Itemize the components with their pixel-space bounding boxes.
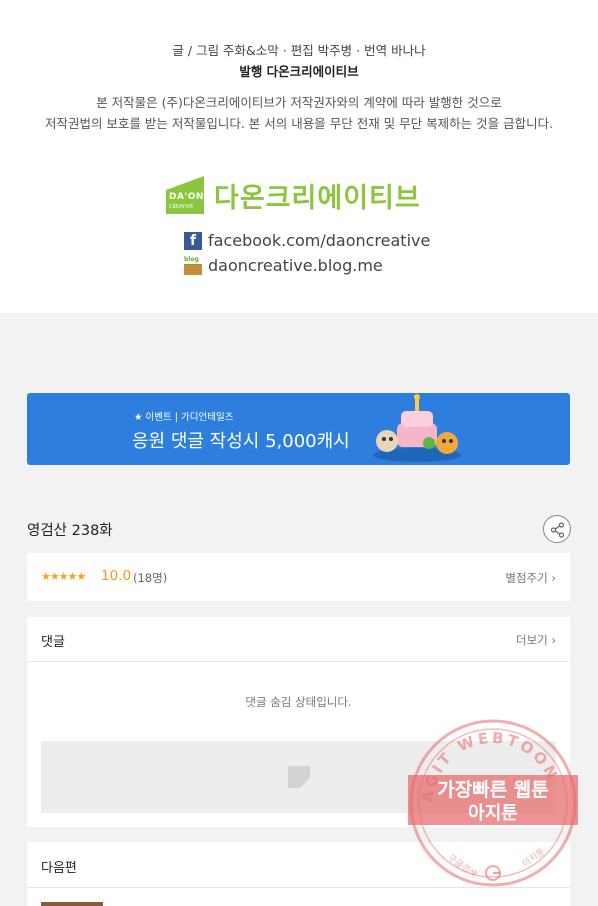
google-g-icon	[485, 865, 501, 881]
agittoon-watermark-stamp: AGIT WEBTOON 가장빠른 웹툰 아지툰 구글검색 아지툰	[408, 719, 578, 887]
watermark-bottom-left: 구글검색	[445, 852, 479, 881]
publisher-credit: 발행 다온크리에이티브	[239, 64, 359, 79]
credits-line: 글 / 그림 주화&소막 · 편집 박주병 · 번역 바나나	[172, 43, 426, 58]
event-banner[interactable]: ★ 이벤트 | 가디언테일즈 응원 댓글 작성시 5,000캐시	[27, 393, 570, 465]
episode-title: 영검산 238화	[27, 523, 113, 539]
birthday-cake-illustration	[373, 394, 461, 462]
comments-label: 댓글	[41, 635, 65, 650]
copyright-notice-line1: 본 저작물은 (주)다온크리에이티브가 저작권자와의 계약에 따라 발행한 것으…	[96, 95, 502, 110]
comments-hidden-message: 댓글 숨김 상태입니다.	[245, 695, 352, 709]
comments-more-link[interactable]: 더보기 ›	[516, 632, 556, 648]
facebook-url: facebook.com/daoncreative	[208, 231, 431, 250]
watermark-line2: 아지툰	[468, 803, 518, 824]
publisher-logo-name: 다온크리에이티브	[214, 183, 421, 214]
rating-card: ★★★★★ 10.0 (18명) 별점주기 ›	[27, 553, 570, 601]
facebook-icon: f	[184, 231, 202, 250]
blog-link[interactable]: blog daoncreative.blog.me	[184, 256, 383, 275]
blog-icon: blog	[184, 256, 202, 275]
watermark-line1: 가장빠른 웹툰	[437, 779, 549, 801]
comment-placeholder-icon	[288, 766, 310, 788]
rating-count: (18명)	[133, 571, 168, 585]
watermark-bottom-right: 아지툰	[520, 846, 547, 869]
rate-button[interactable]: 별점주기 ›	[505, 570, 556, 586]
share-button[interactable]	[543, 515, 571, 543]
comments-header: 댓글 더보기 ›	[27, 617, 570, 662]
facebook-link[interactable]: f facebook.com/daoncreative	[184, 231, 430, 250]
next-episode-label: 다음편	[41, 861, 77, 876]
blog-url: daoncreative.blog.me	[208, 256, 383, 275]
share-icon	[550, 522, 565, 538]
banner-title: 응원 댓글 작성시 5,000캐시	[132, 431, 350, 452]
publisher-logo-icon: DA'ON CREATIVE	[166, 176, 204, 214]
copyright-notice-line2: 저작권법의 보호를 받는 저작물입니다. 본 서의 내용을 무단 전재 및 무단…	[44, 116, 554, 131]
star-rating-icon: ★★★★★	[41, 570, 86, 583]
rating-score: 10.0	[101, 568, 132, 584]
publisher-info-section: 글 / 그림 주화&소막 · 편집 박주병 · 번역 바나나 발행 다온크리에이…	[0, 0, 598, 313]
next-episode-thumbnail[interactable]	[41, 902, 103, 906]
banner-tag: ★ 이벤트 | 가디언테일즈	[134, 412, 234, 423]
